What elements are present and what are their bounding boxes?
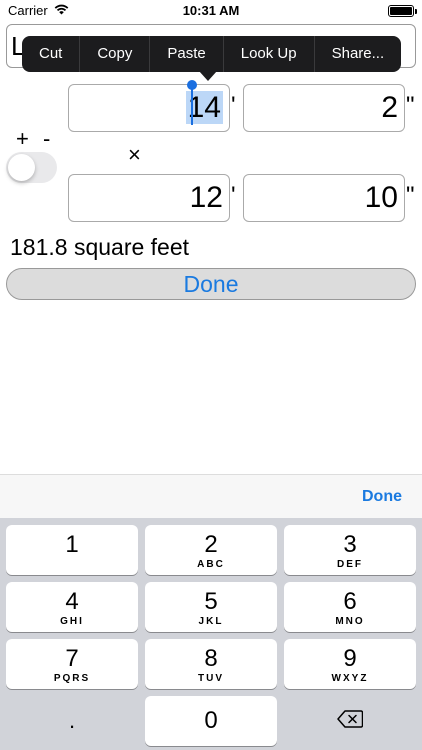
inches-unit-label: " — [406, 92, 415, 119]
keyboard-accessory-bar: Done — [0, 474, 422, 518]
key-digit: 1 — [65, 531, 79, 558]
battery-icon — [388, 5, 417, 17]
key-3[interactable]: 3 DEF — [284, 525, 416, 575]
key-letters: ABC — [197, 559, 225, 570]
feet-unit-label: ' — [231, 92, 236, 119]
key-digit: 2 — [204, 531, 218, 558]
selection-caret — [191, 89, 193, 125]
area-result: 181.8 square feet — [10, 234, 190, 260]
width-inches-value: 10 — [364, 181, 398, 214]
key-5[interactable]: 5 JKL — [145, 582, 277, 632]
key-decimal[interactable]: . — [6, 696, 138, 746]
clock: 10:31 AM — [182, 3, 240, 18]
sign-toggle[interactable] — [6, 152, 57, 183]
key-digit: 4 — [65, 588, 79, 615]
length-feet-field[interactable]: 14 — [68, 84, 230, 132]
key-2[interactable]: 2 ABC — [145, 525, 277, 575]
key-letters: DEF — [337, 559, 363, 570]
key-letters: PQRS — [53, 673, 91, 684]
key-9[interactable]: 9 WXYZ — [284, 639, 416, 689]
key-digit: 9 — [343, 645, 357, 672]
key-letters: JKL — [198, 616, 224, 627]
menu-copy[interactable]: Copy — [80, 36, 151, 72]
key-digit: 3 — [343, 531, 357, 558]
length-inches-value: 2 — [381, 91, 398, 124]
key-4[interactable]: 4 GHI — [6, 582, 138, 632]
key-1[interactable]: 1 — [6, 525, 138, 575]
sign-label: + - — [16, 126, 55, 151]
width-feet-value: 12 — [189, 181, 223, 214]
key-digit: 0 — [204, 707, 218, 734]
key-digit: 6 — [343, 588, 357, 615]
inches-unit-label-2: " — [406, 182, 415, 209]
menu-look-up[interactable]: Look Up — [224, 36, 315, 72]
key-6[interactable]: 6 MNO — [284, 582, 416, 632]
key-digit: 8 — [204, 645, 218, 672]
multiply-sign: × — [128, 142, 141, 167]
menu-paste[interactable]: Paste — [150, 36, 224, 72]
key-0[interactable]: 0 — [145, 696, 277, 746]
toggle-knob — [8, 154, 35, 181]
key-letters: MNO — [335, 616, 365, 627]
menu-arrow — [199, 71, 217, 81]
number-keypad: 1 2 ABC 3 DEF 4 GHI 5 JKL 6 MNO 7 PQRS 8… — [0, 518, 422, 750]
backspace-icon — [337, 709, 364, 733]
key-backspace[interactable] — [284, 696, 416, 746]
keyboard-done-button[interactable]: Done — [362, 488, 402, 506]
length-inches-field[interactable]: 2 — [243, 84, 405, 132]
key-digit: 7 — [65, 645, 79, 672]
key-letters: TUV — [198, 673, 224, 684]
done-button[interactable]: Done — [6, 268, 416, 300]
menu-cut[interactable]: Cut — [22, 36, 81, 72]
key-letters: WXYZ — [331, 673, 369, 684]
feet-unit-label-2: ' — [231, 182, 236, 209]
width-inches-field[interactable]: 10 — [243, 174, 405, 222]
key-8[interactable]: 8 TUV — [145, 639, 277, 689]
edit-menu: Cut Copy Paste Look Up Share... — [22, 36, 402, 72]
status-bar: Carrier 10:31 AM — [0, 0, 422, 22]
key-digit: 5 — [204, 588, 218, 615]
menu-share[interactable]: Share... — [315, 36, 402, 72]
width-feet-field[interactable]: 12 — [68, 174, 230, 222]
key-7[interactable]: 7 PQRS — [6, 639, 138, 689]
key-letters: GHI — [60, 616, 84, 627]
